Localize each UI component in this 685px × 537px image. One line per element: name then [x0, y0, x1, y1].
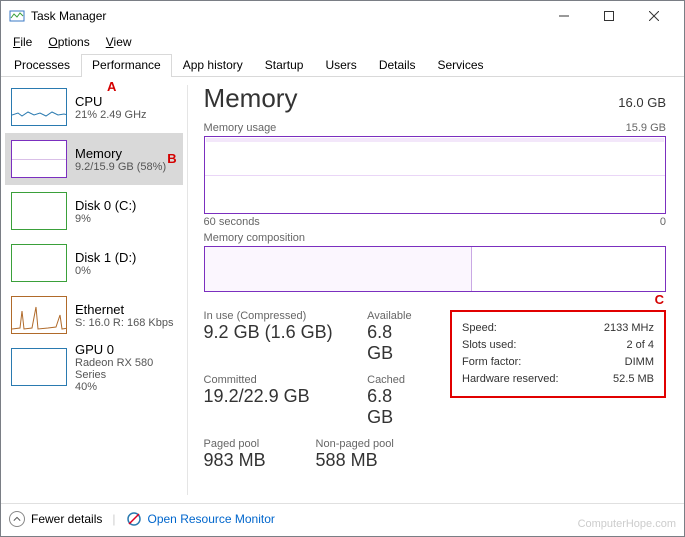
slots-label: Slots used: [462, 337, 516, 354]
axis-left: 60 seconds [204, 216, 260, 228]
form-label: Form factor: [462, 354, 521, 371]
sidebar-cpu-title: CPU [75, 94, 147, 109]
menu-view[interactable]: View [98, 33, 140, 51]
in-use-label: In use (Compressed) [204, 310, 346, 322]
open-resource-monitor-link[interactable]: Open Resource Monitor [148, 512, 275, 526]
chevron-up-icon[interactable] [9, 511, 25, 527]
slots-value: 2 of 4 [626, 337, 654, 354]
sidebar-disk1-sub: 0% [75, 265, 136, 277]
available-value: 6.8 GB [367, 322, 420, 364]
form-value: DIMM [625, 354, 654, 371]
committed-value: 19.2/22.9 GB [204, 386, 346, 407]
sidebar-item-cpu[interactable]: CPU 21% 2.49 GHz [5, 81, 183, 133]
fewer-details-link[interactable]: Fewer details [31, 512, 102, 526]
sidebar-memory-sub: 9.2/15.9 GB (58%) [75, 161, 166, 173]
available-label: Available [367, 310, 420, 322]
tab-services[interactable]: Services [427, 54, 495, 77]
main-panel: Memory 16.0 GB Memory usage 15.9 GB 60 s… [188, 77, 684, 503]
cached-value: 6.8 GB [367, 386, 420, 428]
gpu-thumb [11, 348, 67, 386]
resource-monitor-icon [126, 511, 142, 527]
speed-value: 2133 MHz [604, 320, 654, 337]
ethernet-thumb [11, 296, 67, 334]
sidebar-item-gpu[interactable]: GPU 0 Radeon RX 580 Series 40% [5, 341, 183, 393]
memory-composition-chart[interactable] [204, 246, 666, 292]
tab-details[interactable]: Details [368, 54, 427, 77]
menu-file[interactable]: File [5, 33, 40, 51]
sidebar: CPU 21% 2.49 GHz Memory 9.2/15.9 GB (58%… [1, 77, 187, 503]
sidebar-item-disk0[interactable]: Disk 0 (C:) 9% [5, 185, 183, 237]
memory-total: 16.0 GB [618, 95, 666, 110]
watermark: ComputerHope.com [578, 518, 676, 530]
sidebar-disk0-sub: 9% [75, 213, 136, 225]
cpu-thumb [11, 88, 67, 126]
tab-performance[interactable]: Performance [81, 54, 172, 77]
memory-thumb [11, 140, 67, 178]
tab-processes[interactable]: Processes [3, 54, 81, 77]
composition-label: Memory composition [204, 232, 305, 244]
sidebar-cpu-sub: 21% 2.49 GHz [75, 109, 147, 121]
sidebar-item-ethernet[interactable]: Ethernet S: 16.0 R: 168 Kbps [5, 289, 183, 341]
disk1-thumb [11, 244, 67, 282]
annotation-b: B [167, 151, 176, 166]
maximize-button[interactable] [586, 1, 631, 31]
speed-label: Speed: [462, 320, 497, 337]
sidebar-disk1-title: Disk 1 (D:) [75, 250, 136, 265]
sidebar-memory-title: Memory [75, 146, 166, 161]
sidebar-disk0-title: Disk 0 (C:) [75, 198, 136, 213]
sidebar-item-disk1[interactable]: Disk 1 (D:) 0% [5, 237, 183, 289]
axis-right: 0 [660, 216, 666, 228]
reserved-label: Hardware reserved: [462, 371, 559, 388]
close-button[interactable] [631, 1, 676, 31]
disk0-thumb [11, 192, 67, 230]
nonpaged-value: 588 MB [316, 450, 394, 471]
sidebar-eth-title: Ethernet [75, 302, 173, 317]
usage-label: Memory usage [204, 122, 277, 134]
nonpaged-label: Non-paged pool [316, 438, 394, 450]
tab-bar: Processes Performance App history Startu… [1, 53, 684, 77]
paged-label: Paged pool [204, 438, 294, 450]
title-bar: Task Manager [1, 1, 684, 31]
sidebar-eth-sub: S: 16.0 R: 168 Kbps [75, 317, 173, 329]
main-heading: Memory [204, 83, 298, 114]
reserved-value: 52.5 MB [613, 371, 654, 388]
memory-details-box: Speed: 2133 MHz Slots used: 2 of 4 Form fa… [450, 310, 666, 398]
paged-value: 983 MB [204, 450, 294, 471]
sidebar-item-memory[interactable]: Memory 9.2/15.9 GB (58%) B [5, 133, 183, 185]
footer-separator: | [108, 512, 119, 526]
sidebar-gpu-sub: Radeon RX 580 Series 40% [75, 357, 177, 393]
sidebar-gpu-title: GPU 0 [75, 342, 177, 357]
usage-max: 15.9 GB [626, 122, 666, 134]
content-area: CPU 21% 2.49 GHz Memory 9.2/15.9 GB (58%… [1, 77, 684, 503]
memory-usage-chart[interactable] [204, 136, 666, 214]
menu-bar: File Options View [1, 31, 684, 53]
cached-label: Cached [367, 374, 420, 386]
tab-startup[interactable]: Startup [254, 54, 315, 77]
taskmgr-icon [9, 8, 25, 24]
menu-options[interactable]: Options [40, 33, 97, 51]
tab-app-history[interactable]: App history [172, 54, 254, 77]
window-title: Task Manager [31, 9, 541, 23]
in-use-value: 9.2 GB (1.6 GB) [204, 322, 346, 343]
tab-users[interactable]: Users [314, 54, 367, 77]
committed-label: Committed [204, 374, 346, 386]
minimize-button[interactable] [541, 1, 586, 31]
annotation-c: C [655, 292, 664, 307]
